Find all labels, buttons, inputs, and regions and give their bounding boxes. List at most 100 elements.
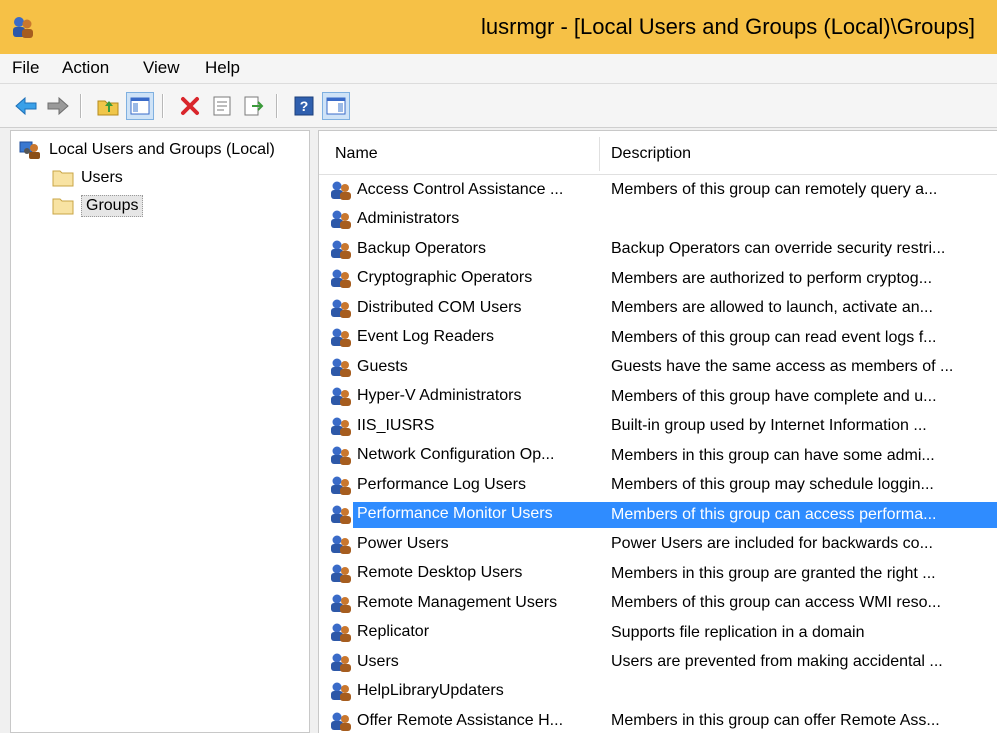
users-groups-icon bbox=[19, 141, 40, 159]
table-row[interactable]: Offer Remote Assistance H... Members in t… bbox=[319, 706, 997, 733]
title-bar: lusrmgr - [Local Users and Groups (Local… bbox=[0, 0, 997, 54]
group-name: HelpLibraryUpdaters bbox=[357, 682, 504, 700]
group-description: Members are allowed to launch, activate … bbox=[611, 299, 933, 316]
group-icon bbox=[329, 326, 353, 348]
console-tree[interactable]: Local Users and Groups (Local) Users Gro… bbox=[10, 130, 310, 733]
forward-arrow-icon[interactable] bbox=[44, 92, 72, 120]
column-divider[interactable] bbox=[599, 137, 600, 171]
table-row[interactable]: Power Users Power Users are included for … bbox=[319, 529, 997, 559]
group-description: Members in this group are granted the ri… bbox=[611, 564, 936, 582]
menu-bar: File Action View Help bbox=[0, 54, 997, 84]
table-row[interactable]: Guests Guests have the same access as mem… bbox=[319, 352, 997, 382]
menu-action[interactable]: Action bbox=[62, 58, 109, 78]
table-row[interactable]: Backup Operators Backup Operators can ove… bbox=[319, 234, 997, 264]
group-name-cell: Power Users bbox=[329, 529, 601, 559]
group-name-cell: Replicator bbox=[329, 618, 601, 648]
group-description: Power Users are included for backwards c… bbox=[611, 535, 933, 552]
menu-help[interactable]: Help bbox=[205, 58, 240, 78]
up-folder-icon[interactable] bbox=[94, 92, 122, 120]
group-name-cell: IIS_IUSRS bbox=[329, 411, 601, 441]
help-icon[interactable]: ? bbox=[290, 92, 318, 120]
group-icon bbox=[329, 179, 353, 201]
group-description: Guests have the same access as members o… bbox=[611, 358, 954, 375]
toolbar: ? bbox=[0, 84, 997, 128]
group-name: Administrators bbox=[357, 210, 460, 228]
table-row[interactable]: Performance Log Users Members of this gro… bbox=[319, 470, 997, 500]
window-title: lusrmgr - [Local Users and Groups (Local… bbox=[481, 14, 975, 39]
group-name-cell: Backup Operators bbox=[329, 234, 601, 264]
group-description: Members in this group can have some admi… bbox=[611, 446, 935, 464]
menu-file[interactable]: File bbox=[12, 58, 39, 78]
table-row[interactable]: Hyper-V Administrators Members of this gr… bbox=[319, 382, 997, 412]
group-name: Power Users bbox=[357, 534, 449, 552]
show-action-pane-icon[interactable] bbox=[322, 92, 350, 120]
group-name-cell: Performance Monitor Users bbox=[329, 500, 601, 530]
group-name: Distributed COM Users bbox=[357, 298, 522, 316]
tree-item-users[interactable]: Users bbox=[51, 165, 123, 191]
properties-icon[interactable] bbox=[208, 92, 236, 120]
column-header-name[interactable]: Name bbox=[335, 145, 378, 163]
delete-icon[interactable] bbox=[176, 92, 204, 120]
group-description: Built-in group used by Internet Informat… bbox=[611, 417, 927, 434]
app-users-icon[interactable] bbox=[10, 14, 36, 40]
group-icon bbox=[329, 651, 353, 673]
group-description: Members of this group can access WMI res… bbox=[611, 594, 941, 611]
group-icon bbox=[329, 415, 353, 437]
group-name-cell: Remote Management Users bbox=[329, 588, 601, 618]
table-row[interactable]: Event Log Readers Members of this group c… bbox=[319, 323, 997, 353]
group-icon bbox=[329, 621, 353, 643]
group-name-cell: Cryptographic Operators bbox=[329, 264, 601, 294]
table-row[interactable]: Cryptographic Operators Members are autho… bbox=[319, 264, 997, 294]
group-icon bbox=[329, 356, 353, 378]
table-row[interactable]: Replicator Supports file replication in a… bbox=[319, 618, 997, 648]
group-name-cell: Access Control Assistance ... bbox=[329, 175, 601, 205]
folder-icon bbox=[52, 198, 74, 215]
svg-text:?: ? bbox=[300, 98, 309, 114]
group-description: Supports file replication in a domain bbox=[611, 623, 865, 641]
group-name: Performance Log Users bbox=[357, 475, 526, 493]
menu-view[interactable]: View bbox=[143, 58, 180, 78]
group-description bbox=[611, 677, 995, 707]
group-name-cell: Distributed COM Users bbox=[329, 293, 601, 323]
groups-list[interactable]: Name Description Access Control Assistan… bbox=[318, 130, 997, 733]
table-row[interactable]: Administrators bbox=[319, 205, 997, 235]
group-icon bbox=[329, 680, 353, 702]
table-row[interactable]: Performance Monitor Users Members of this… bbox=[319, 500, 997, 530]
list-header: Name Description bbox=[319, 131, 997, 175]
group-description: Members in this group can offer Remote A… bbox=[611, 712, 940, 729]
group-icon bbox=[329, 385, 353, 407]
folder-icon bbox=[52, 170, 74, 187]
table-row[interactable]: Users Users are prevented from making acc… bbox=[319, 647, 997, 677]
table-row[interactable]: Remote Desktop Users Members in this grou… bbox=[319, 559, 997, 589]
group-name-cell: Offer Remote Assistance H... bbox=[329, 706, 601, 733]
export-list-icon[interactable] bbox=[240, 92, 268, 120]
group-icon bbox=[329, 297, 353, 319]
table-row[interactable]: Remote Management Users Members of this g… bbox=[319, 588, 997, 618]
back-arrow-icon[interactable] bbox=[12, 92, 40, 120]
group-name-cell: Users bbox=[329, 647, 601, 677]
group-description: Members of this group can remotely query… bbox=[611, 181, 938, 198]
group-name: Network Configuration Op... bbox=[357, 446, 555, 464]
table-row[interactable]: Network Configuration Op... Members in th… bbox=[319, 441, 997, 471]
group-name-cell: Network Configuration Op... bbox=[329, 441, 601, 471]
group-name: Remote Desktop Users bbox=[357, 564, 523, 582]
tree-root-label: Local Users and Groups (Local) bbox=[49, 141, 275, 158]
tree-item-label: Users bbox=[81, 169, 123, 186]
table-row[interactable]: HelpLibraryUpdaters bbox=[319, 677, 997, 707]
toolbar-separator bbox=[276, 94, 278, 118]
show-hide-console-tree-icon[interactable] bbox=[126, 92, 154, 120]
group-name-cell: Remote Desktop Users bbox=[329, 559, 601, 589]
group-name: Guests bbox=[357, 357, 408, 375]
group-icon bbox=[329, 238, 353, 260]
group-name: Backup Operators bbox=[357, 239, 486, 257]
column-header-description[interactable]: Description bbox=[611, 145, 691, 163]
table-row[interactable]: Access Control Assistance ... Members of … bbox=[319, 175, 997, 205]
group-icon bbox=[329, 444, 353, 466]
group-name: Remote Management Users bbox=[357, 593, 558, 611]
tree-item-groups[interactable]: Groups bbox=[51, 193, 144, 219]
group-name-cell: HelpLibraryUpdaters bbox=[329, 677, 601, 707]
table-row[interactable]: Distributed COM Users Members are allowed… bbox=[319, 293, 997, 323]
table-row[interactable]: IIS_IUSRS Built-in group used by Internet… bbox=[319, 411, 997, 441]
tree-root[interactable]: Local Users and Groups (Local) bbox=[19, 137, 275, 163]
group-description bbox=[611, 205, 995, 235]
